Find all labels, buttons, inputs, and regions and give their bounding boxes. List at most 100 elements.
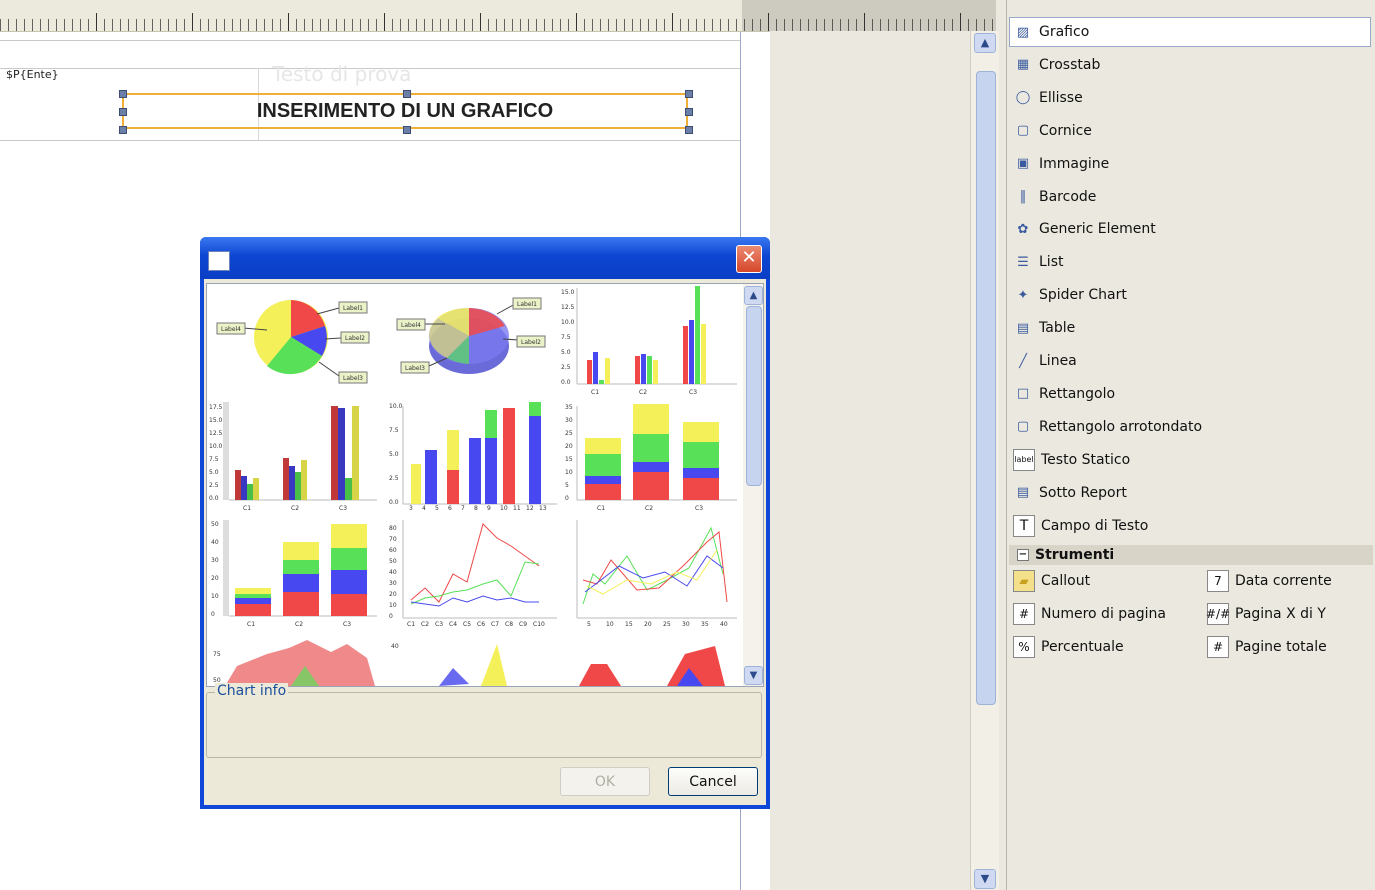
x-tick-label: 7: [461, 505, 465, 512]
tool-item-callout[interactable]: ▰ Callout: [1013, 568, 1090, 594]
pie-label: Label3: [343, 375, 363, 382]
tool-item-data-corrente[interactable]: 7 Data corrente: [1207, 568, 1332, 594]
resize-handle[interactable]: [403, 90, 411, 98]
callout-icon: ▰: [1013, 570, 1035, 592]
y-tick-label: 15.0: [561, 289, 575, 296]
collapse-icon[interactable]: −: [1017, 549, 1029, 561]
y-tick-label: 30: [389, 580, 397, 587]
x-tick-label: 35: [701, 621, 709, 628]
x-tick-label: C7: [491, 621, 499, 628]
cancel-button[interactable]: Cancel: [668, 767, 758, 796]
tool-item-pagina-x-di-y[interactable]: #/# Pagina X di Y: [1206, 601, 1326, 627]
resize-handle[interactable]: [119, 90, 127, 98]
chart-thumb-xy-bar[interactable]: [402, 402, 557, 505]
chart-type-gallery[interactable]: Label1 Label4 Label2 Label3 Label1 Label…: [206, 283, 764, 687]
list-icon: ☰: [1017, 254, 1029, 270]
palette-item-immagine[interactable]: ▣ Immagine: [1013, 151, 1109, 177]
x-tick-label: C2: [645, 505, 653, 512]
barcode-icon: ‖: [1019, 189, 1027, 204]
spider-chart-icon: ✦: [1017, 287, 1029, 303]
palette-item-spider-chart[interactable]: ✦ Spider Chart: [1013, 282, 1127, 308]
scroll-up-button[interactable]: ▲: [974, 33, 996, 53]
parameter-field[interactable]: $P{Ente}: [6, 68, 59, 81]
chart-thumb-stacked-area[interactable]: [579, 646, 725, 686]
palette-item-label: Testo Statico: [1041, 451, 1131, 468]
palette-item-rettangolo-arrotondato[interactable]: ▢ Rettangolo arrotondato: [1013, 414, 1202, 440]
palette-item-table[interactable]: ▤ Table: [1013, 315, 1075, 341]
chart-thumb-xy-line[interactable]: [576, 520, 737, 619]
chart-thumb-line[interactable]: [402, 520, 557, 619]
chart-thumb-bar-3d[interactable]: [223, 402, 377, 501]
palette-item-linea[interactable]: ╱ Linea: [1013, 348, 1077, 374]
gallery-scroll-down-button[interactable]: ▼: [744, 666, 763, 685]
close-button[interactable]: ✕: [736, 245, 762, 273]
x-tick-label: C2: [291, 505, 299, 512]
x-tick-label: 10: [500, 505, 508, 512]
y-tick-label: 10: [211, 593, 219, 600]
tool-item-numero-di-pagina[interactable]: # Numero di pagina: [1013, 601, 1166, 627]
palette-item-label: Linea: [1039, 353, 1077, 369]
y-tick-label: 2.5: [561, 364, 571, 371]
resize-handle[interactable]: [403, 126, 411, 134]
resize-handle[interactable]: [119, 126, 127, 134]
chart-thumb-stacked-bar[interactable]: [576, 404, 737, 501]
chart-thumb-area-2[interactable]: [439, 644, 507, 686]
percentage-icon: %: [1013, 636, 1035, 658]
chart-thumb-bar[interactable]: [576, 286, 737, 385]
y-tick-label: 30: [565, 417, 573, 424]
chart-thumb-area[interactable]: [225, 640, 375, 686]
resize-handle[interactable]: [119, 108, 127, 116]
resize-handle[interactable]: [685, 108, 693, 116]
gallery-scrollbar[interactable]: ▲ ▼: [743, 284, 763, 686]
y-tick-label: 60: [389, 547, 397, 554]
palette-item-label: Rettangolo arrotondato: [1039, 418, 1203, 435]
gallery-scroll-thumb[interactable]: [746, 306, 762, 486]
palette-item-cornice[interactable]: ▢ Cornice: [1013, 118, 1092, 144]
scroll-down-button[interactable]: ▼: [974, 869, 996, 889]
resize-handle[interactable]: [685, 90, 693, 98]
selected-title-text-element[interactable]: INSERIMENTO DI UN GRAFICO: [122, 93, 688, 129]
element-palette: ▨ Grafico ▦ Crosstab ◯ Ellisse ▢ Cornice ▣ Immagi…: [1006, 0, 1375, 890]
palette-item-campo-di-testo[interactable]: T Campo di Testo: [1013, 513, 1148, 539]
palette-item-label: Cornice: [1039, 122, 1092, 139]
y-tick-label: 10: [389, 602, 397, 609]
image-icon: ▣: [1016, 156, 1030, 172]
x-tick-label: 9: [487, 505, 491, 512]
tool-item-pagine-totale[interactable]: # Pagine totale: [1207, 634, 1327, 660]
palette-item-testo-statico[interactable]: label Testo Statico: [1013, 447, 1130, 473]
palette-item-crosstab[interactable]: ▦ Crosstab: [1013, 52, 1101, 78]
y-tick-label: 20: [565, 443, 573, 450]
palette-item-label: Barcode: [1039, 188, 1097, 205]
palette-item-grafico[interactable]: ▨ Grafico: [1013, 19, 1089, 45]
chart-thumb-pie[interactable]: Label1 Label4 Label2 Label3: [216, 300, 370, 384]
chart-thumb-pie-3d[interactable]: Label1 Label4 Label2 Label3: [396, 297, 546, 374]
total-pages-icon: #: [1207, 636, 1229, 658]
x-tick-label: C2: [295, 621, 303, 628]
tools-section-label: Strumenti: [1035, 547, 1115, 563]
designer-vertical-scrollbar[interactable]: ▲ ▼: [970, 31, 999, 890]
tool-item-percentuale[interactable]: % Percentuale: [1013, 634, 1124, 660]
palette-item-sotto-report[interactable]: ▤ Sotto Report: [1013, 480, 1127, 506]
palette-item-ellisse[interactable]: ◯ Ellisse: [1013, 85, 1083, 111]
tool-item-label: Numero di pagina: [1041, 606, 1166, 622]
rounded-rectangle-icon: ▢: [1016, 419, 1030, 435]
y-tick-label: 12.5: [209, 430, 223, 437]
palette-item-list[interactable]: ☰ List: [1013, 249, 1063, 275]
resize-handle[interactable]: [685, 126, 693, 134]
y-tick-label: 30: [211, 557, 219, 564]
palette-item-rettangolo[interactable]: □ Rettangolo: [1013, 381, 1115, 407]
chart-info-panel: Chart info: [206, 683, 762, 758]
tools-section-header[interactable]: − Strumenti: [1009, 545, 1373, 565]
dialog-titlebar[interactable]: ✕: [200, 237, 770, 279]
y-tick-label: 0.0: [209, 495, 219, 502]
gallery-scroll-up-button[interactable]: ▲: [744, 286, 763, 305]
chart-thumbnails[interactable]: Label1 Label4 Label2 Label3 Label1 Label…: [207, 284, 741, 686]
chart-thumb-stacked-bar-3d[interactable]: [223, 520, 377, 617]
ok-button[interactable]: OK: [560, 767, 650, 796]
scroll-thumb[interactable]: [976, 71, 996, 705]
palette-item-generic-element[interactable]: ✿ Generic Element: [1013, 216, 1156, 242]
palette-item-barcode[interactable]: ‖ Barcode: [1013, 184, 1097, 210]
x-tick-label: C2: [639, 389, 647, 396]
chart-icon: ▨: [1016, 24, 1030, 40]
pie-label: Label2: [345, 335, 365, 342]
